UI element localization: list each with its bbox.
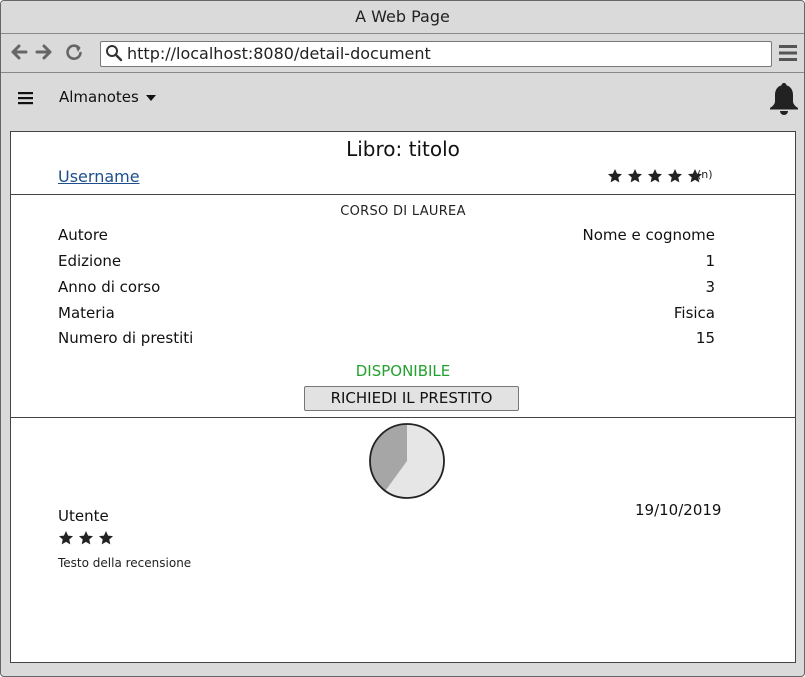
forward-icon[interactable] <box>34 42 54 62</box>
availability-pie <box>368 422 446 500</box>
detail-label-edizione: Edizione <box>58 252 122 270</box>
book-rating <box>607 168 707 186</box>
star-icon <box>607 168 623 184</box>
star-icon <box>647 168 663 184</box>
detail-label-prestiti: Numero di prestiti <box>58 329 194 347</box>
bell-icon[interactable] <box>767 81 801 115</box>
detail-value-prestiti: 15 <box>695 329 715 347</box>
address-bar[interactable]: http://localhost:8080/detail-document <box>100 41 772 67</box>
review-user: Utente <box>58 507 109 525</box>
window-title: A Web Page <box>1 1 804 34</box>
star-icon <box>58 530 74 546</box>
review-date: 19/10/2019 <box>635 501 722 519</box>
username-link[interactable]: Username <box>58 166 140 188</box>
review-rating <box>58 530 118 546</box>
browser-window: A Web Page http://localhost:8080/detail-… <box>0 0 805 677</box>
rating-count: (n) <box>697 168 713 181</box>
reviews-divider <box>11 417 795 418</box>
detail-label-anno: Anno di corso <box>58 278 161 296</box>
document-detail-panel: Libro: titolo Username (n) CORSO DI LAUR… <box>10 131 796 663</box>
app-navbar: Almanotes <box>1 73 804 119</box>
request-loan-button[interactable]: RICHIEDI IL PRESTITO <box>304 386 519 411</box>
url-text[interactable]: http://localhost:8080/detail-document <box>127 44 431 64</box>
detail-value-autore: Nome e cognome <box>582 226 715 244</box>
detail-label-materia: Materia <box>58 304 115 322</box>
back-icon[interactable] <box>9 42 29 62</box>
detail-label-autore: Autore <box>58 226 108 244</box>
caret-down-icon[interactable] <box>146 95 156 101</box>
course-label: CORSO DI LAUREA <box>340 204 466 219</box>
detail-value-edizione: 1 <box>705 252 715 270</box>
star-icon <box>667 168 683 184</box>
hamburger-menu-icon[interactable] <box>18 90 34 105</box>
star-icon <box>98 530 114 546</box>
star-icon <box>78 530 94 546</box>
availability-status: DISPONIBILE <box>355 362 451 380</box>
header-divider <box>11 194 795 195</box>
review-text: Testo della recensione <box>58 556 192 570</box>
brand-dropdown[interactable]: Almanotes <box>59 87 139 107</box>
browser-menu-icon[interactable] <box>778 44 798 62</box>
reload-icon[interactable] <box>64 42 84 62</box>
browser-toolbar: http://localhost:8080/detail-document <box>1 34 804 73</box>
detail-value-anno: 3 <box>705 278 715 296</box>
star-icon <box>627 168 643 184</box>
detail-value-materia: Fisica <box>673 304 715 322</box>
book-title: Libro: titolo <box>346 137 460 161</box>
search-icon <box>105 44 123 62</box>
